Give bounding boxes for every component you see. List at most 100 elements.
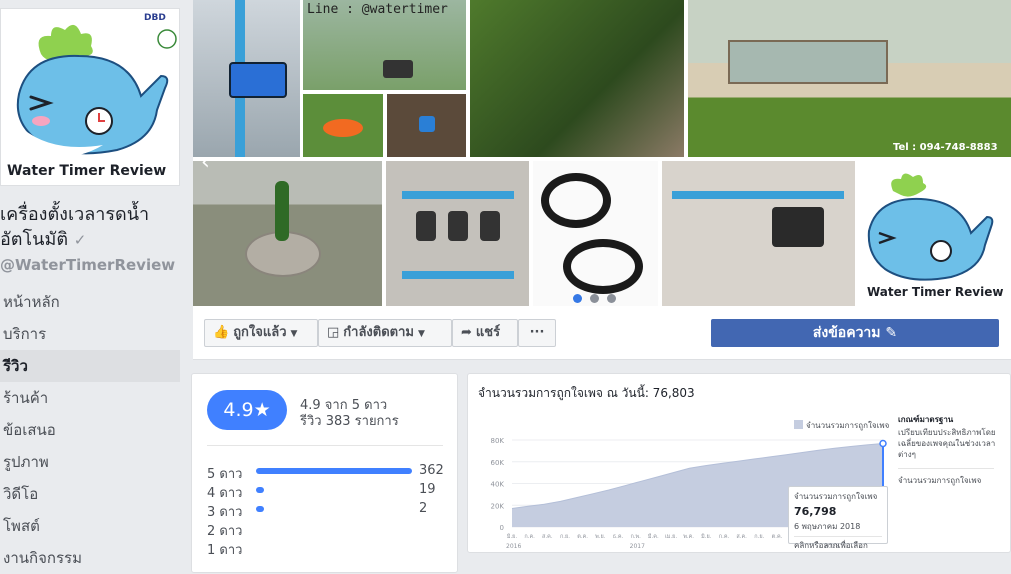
rating-row-count: 362 (419, 463, 444, 478)
cover-tile-timer (193, 0, 300, 157)
message-label: ส่งข้อความ (812, 325, 881, 341)
x-tick-label: ธ.ค. (613, 533, 624, 540)
cover-tile-tree (193, 161, 382, 306)
share-label: แชร์ (475, 325, 501, 340)
nav-item-posts[interactable]: โพสต์ (0, 510, 180, 542)
x-tick-label: ก.ย. (754, 534, 764, 540)
rating-row-2: 2 ดาว (207, 519, 447, 539)
cover-dot-1[interactable] (573, 294, 582, 303)
chart-legend: จำนวนรวมการถูกใจเพจ (794, 419, 889, 432)
nav-item-home[interactable]: หน้าหลัก (0, 286, 180, 318)
rating-row-1: 1 ดาว (207, 538, 447, 558)
x-tick-label: มิ.ย. (701, 533, 712, 540)
tooltip-title: จำนวนรวมการถูกใจเพจ (794, 492, 878, 501)
send-message-button[interactable]: ส่งข้อความ ✎ (711, 319, 999, 347)
chevron-down-icon: ▼ (290, 329, 298, 339)
y-tick-label: 60K (491, 459, 505, 467)
rating-summary-card: 4.9★ 4.9 จาก 5 ดาว รีวิว 383 รายการ 5 ดา… (191, 373, 458, 573)
chevron-down-icon: ▼ (417, 329, 425, 339)
cover-logo-text: Water Timer Review (867, 285, 1004, 299)
x-tick-label: พ.ค. (683, 534, 694, 540)
nav-item-events[interactable]: งานกิจกรรม (0, 542, 180, 574)
liked-button[interactable]: 👍 ถูกใจแล้ว ▼ (204, 319, 318, 347)
chart-area[interactable]: จำนวนรวมการถูกใจเพจ 80K 60K 40K 20K 0 มิ.ย. ก.… (478, 404, 898, 552)
page-nav: หน้าหลัก บริการ รีวิว ร้านค้า ข้อเสนอ รู… (0, 286, 180, 574)
benchmark-text: เปรียบเทียบประสิทธิภาพโดยเฉลี่ยของเพจคุณ… (898, 428, 996, 459)
legend-label: จำนวนรวมการถูกใจเพจ (806, 421, 890, 430)
benchmark-title: เกณฑ์มาตรฐาน (898, 415, 954, 424)
whale-logo-icon: DBD (16, 11, 179, 158)
x-tick-label: ต.ค. (772, 534, 783, 540)
more-dots-icon: ··· (529, 325, 545, 340)
cover-pager (573, 288, 624, 306)
cover-dot-2[interactable] (590, 294, 599, 303)
y-tick-label: 80K (491, 437, 505, 445)
rating-bar (256, 468, 412, 474)
y-tick-label: 0 (500, 524, 504, 532)
rating-row-3[interactable]: 3 ดาว 2 (207, 500, 447, 520)
rating-breakdown: 5 ดาว 362 4 ดาว 19 3 ดาว 2 2 ดาว 1 ดาว (207, 462, 447, 558)
review-count-text[interactable]: รีวิว 383 รายการ (300, 410, 399, 431)
rating-row-4[interactable]: 4 ดาว 19 (207, 481, 447, 501)
rss-icon: ◲ (327, 325, 340, 340)
nav-item-services[interactable]: บริการ (0, 318, 180, 350)
benchmark-metric-link[interactable]: จำนวนรวมการถูกใจเพจ (898, 475, 1008, 486)
x-tick-label: พ.ย. (595, 534, 606, 540)
share-arrow-icon: ➦ (461, 325, 472, 340)
page-title[interactable]: เครื่องตั้งเวลารดน้ำอัตโนมัติ ✓ (0, 202, 186, 253)
cover-tile-nozzle-orange (303, 94, 383, 157)
rating-row-count: 2 (419, 501, 428, 516)
x-tick-label: ส.ค. (542, 533, 553, 540)
tooltip-date: 6 พฤษภาคม 2018 (794, 522, 861, 531)
nav-item-offers[interactable]: ข้อเสนอ (0, 414, 180, 446)
dbd-badge: DBD (144, 13, 166, 23)
cover-tile-nozzle-blue (387, 94, 466, 157)
x-tick-label: มิ.ย. (506, 533, 517, 540)
cover-dot-3[interactable] (607, 294, 616, 303)
x-tick-label: ส.ค. (736, 533, 747, 540)
divider (794, 536, 882, 537)
data-point (879, 439, 887, 448)
page-handle[interactable]: @WaterTimerReview (0, 256, 175, 274)
x-tick-label: ก.ย. (560, 534, 570, 540)
nav-item-videos[interactable]: วิดีโอ (0, 478, 180, 510)
y-tick-label: 20K (491, 502, 505, 510)
pencil-icon: ✎ (885, 325, 898, 341)
logo-text: Water Timer Review (7, 163, 167, 179)
x-tick-label: ต.ค. (577, 534, 588, 540)
following-button[interactable]: ◲ กำลังติดตาม ▼ (318, 319, 452, 347)
star-icon: ★ (253, 399, 271, 421)
rating-row-count: 19 (419, 482, 436, 497)
share-button[interactable]: ➦ แชร์ (452, 319, 518, 347)
x-tick-label: เม.ย. (665, 534, 677, 540)
year-label: 2016 (506, 543, 521, 550)
rating-score: 4.9 (223, 399, 254, 421)
cover-tile-timer-wall (662, 161, 855, 306)
benchmark-panel: เกณฑ์มาตรฐาน เปรียบเทียบประสิทธิภาพโดยเฉ… (898, 414, 1008, 486)
rating-bar (256, 506, 264, 512)
cover-tile-garden (470, 0, 684, 157)
divider (898, 468, 994, 469)
x-tick-label: ก.ค. (719, 534, 730, 540)
rating-bar (256, 487, 265, 493)
more-button[interactable]: ··· (518, 319, 556, 347)
nav-item-shop[interactable]: ร้านค้า (0, 382, 180, 414)
profile-picture[interactable]: DBD Water Timer Review (0, 8, 180, 186)
rating-row-5[interactable]: 5 ดาว 362 (207, 462, 447, 482)
cover-prev-arrow-icon[interactable]: ‹ (201, 150, 210, 175)
cover-tile-logo: Water Timer Review (859, 161, 1011, 306)
chart-header: จำนวนรวมการถูกใจเพจ ณ วันนี้: 76,803 (478, 386, 695, 400)
page-likes-chart-card: จำนวนรวมการถูกใจเพจ ณ วันนี้: 76,803 จำน… (467, 373, 1011, 553)
verified-icon: ✓ (73, 231, 87, 249)
cover-tile-valves (386, 161, 529, 306)
chart-tooltip: จำนวนรวมการถูกใจเพจ 76,798 6 พฤษภาคม 201… (788, 486, 888, 550)
y-tick-label: 40K (491, 481, 505, 489)
nav-item-photos[interactable]: รูปภาพ (0, 446, 180, 478)
cover-line-text: Line : @watertimer (307, 2, 448, 17)
tooltip-hint: คลิกหรือลากเพื่อเลือก (794, 541, 868, 550)
rating-row-label: 1 ดาว (207, 543, 243, 558)
x-tick-label: ก.พ. (630, 534, 641, 540)
nav-item-reviews[interactable]: รีวิว (0, 350, 180, 382)
cover-tile-house (688, 0, 1011, 157)
cover-photo[interactable]: Line : @watertimer Tel : 094-748-8883 ‹ (193, 0, 1011, 306)
